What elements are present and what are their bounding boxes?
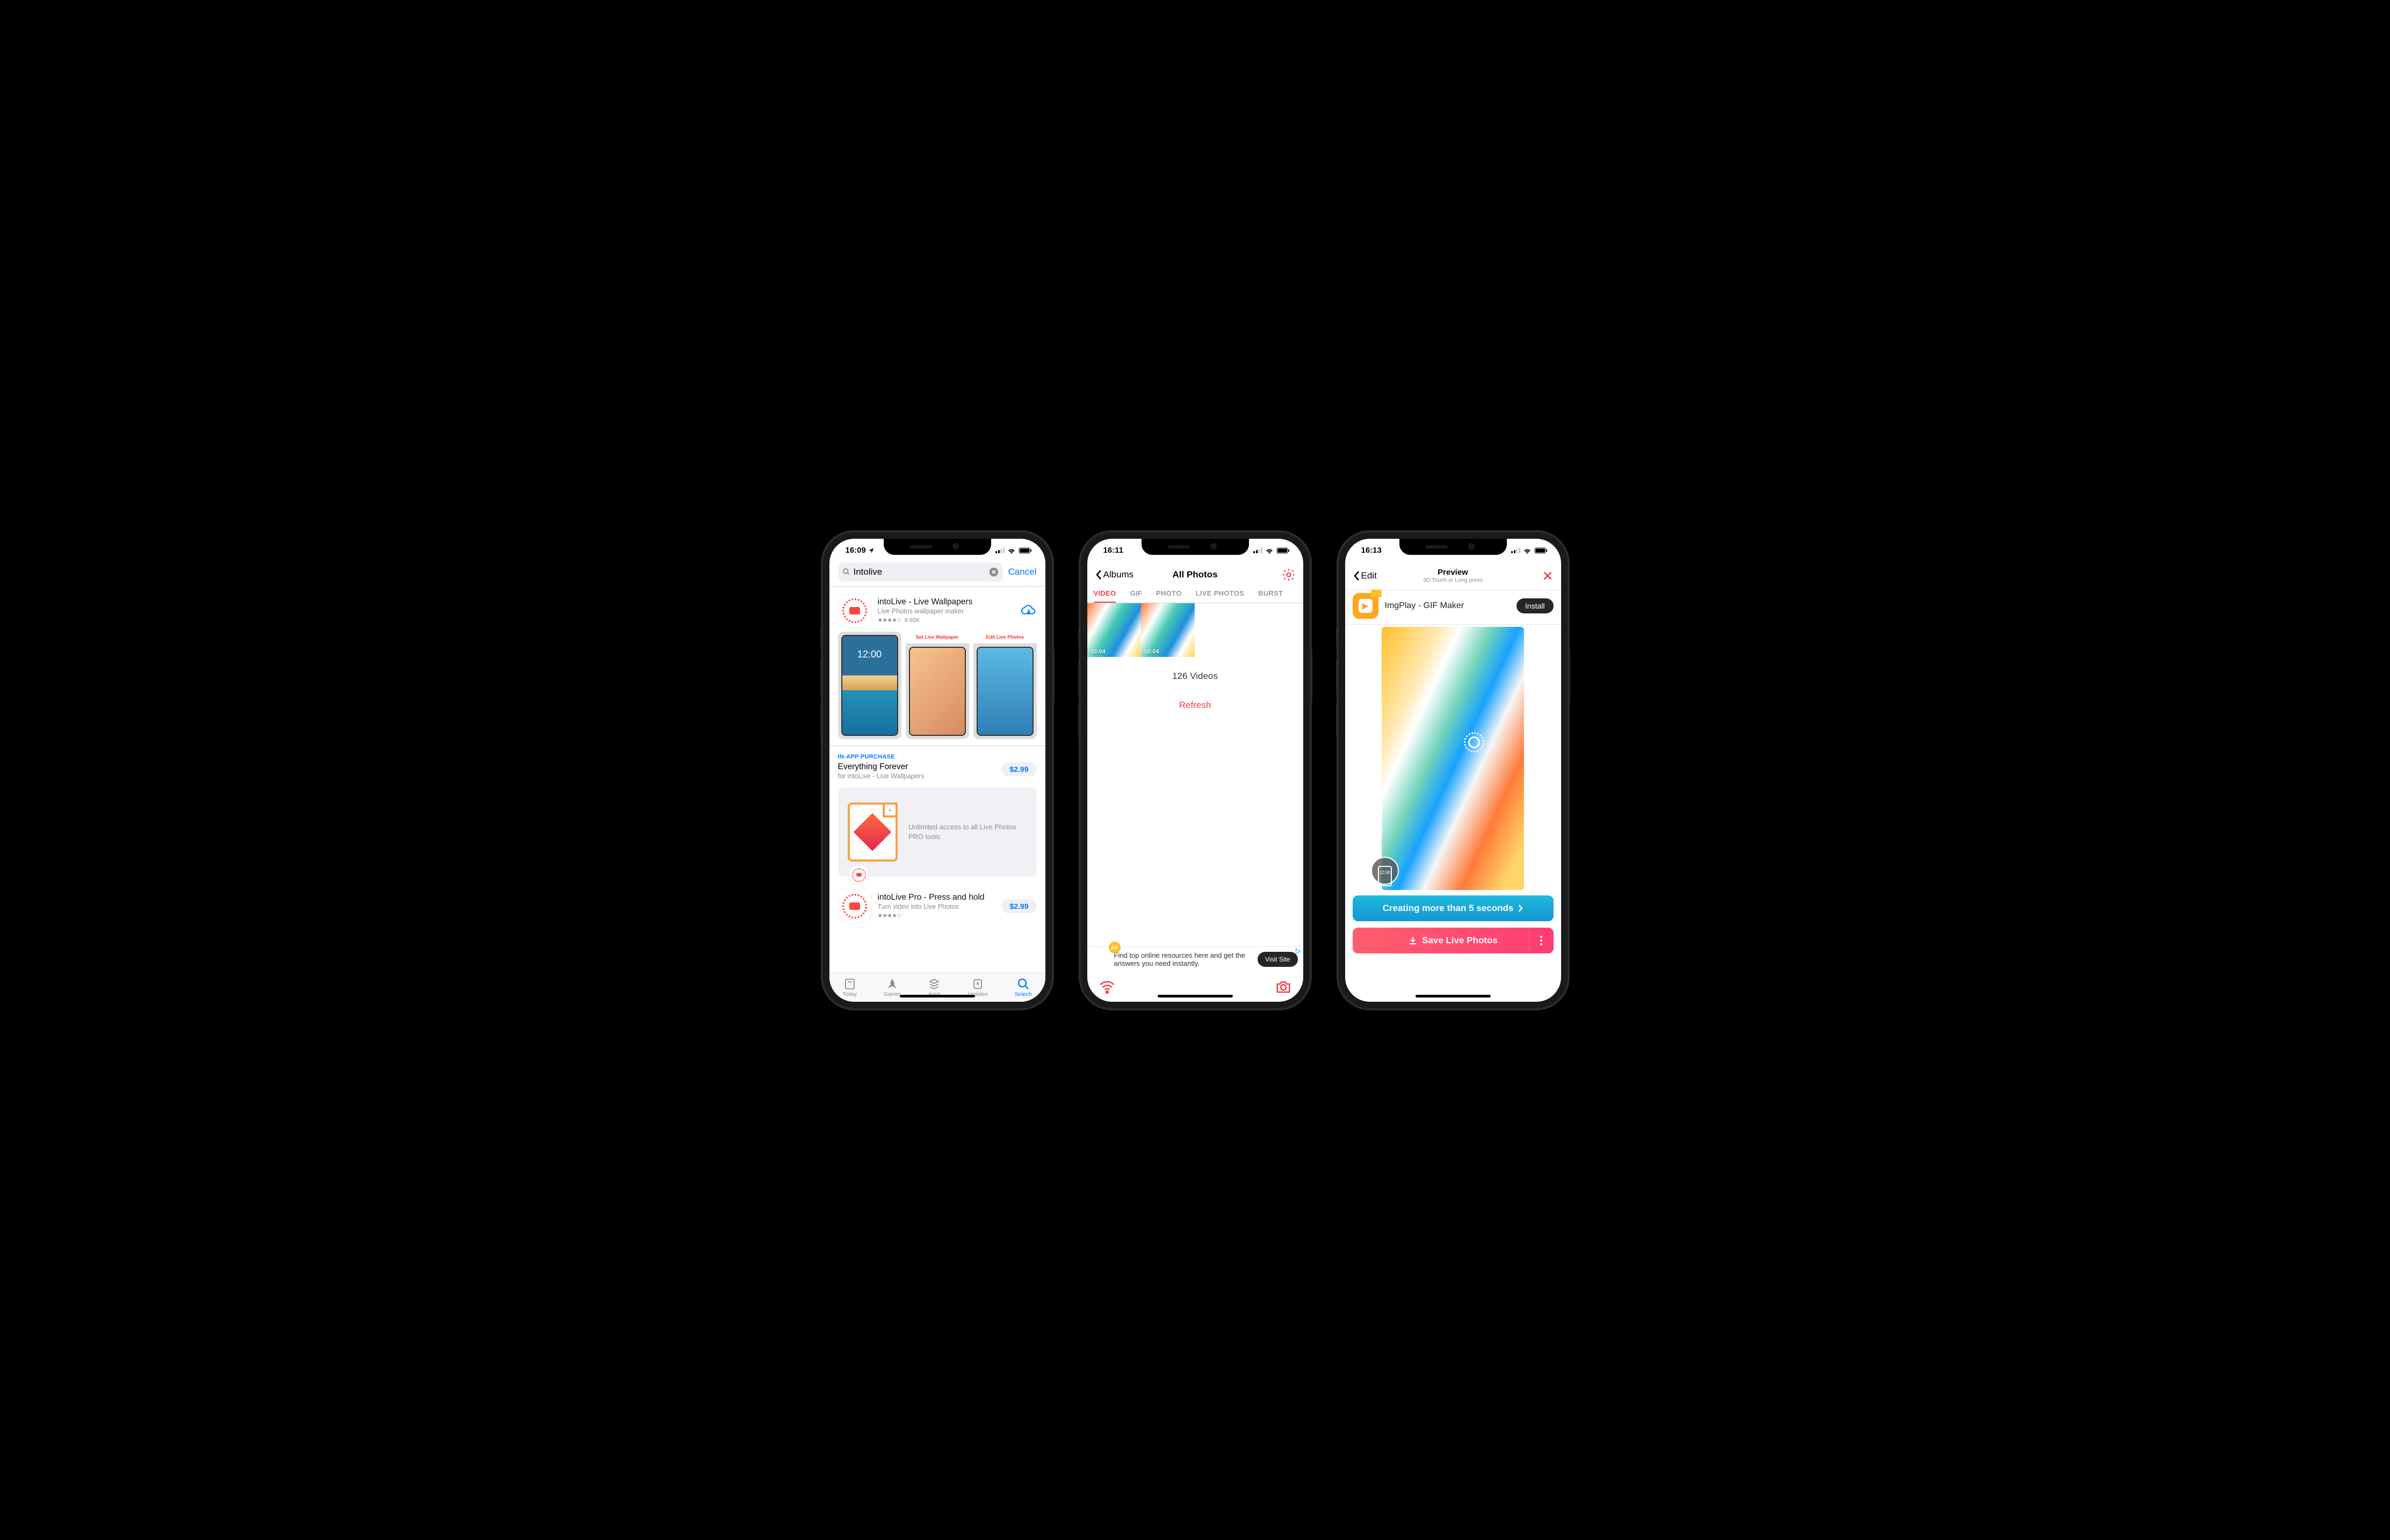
cellular-icon — [1253, 547, 1262, 553]
back-button[interactable]: Albums — [1095, 569, 1134, 580]
app-icon-intolive — [838, 594, 871, 627]
tab-burst[interactable]: BURST — [1258, 589, 1283, 603]
video-thumbnail[interactable]: 00:04 — [1141, 603, 1195, 657]
ad-app-title: ImgPlay - GIF Maker — [1385, 601, 1510, 611]
screenshot-1: 12:00 — [838, 632, 901, 739]
cloud-download-icon[interactable] — [1021, 603, 1037, 618]
live-photo-preview[interactable]: 12:00 — [1382, 627, 1524, 890]
nav-title: Preview — [1345, 568, 1561, 577]
back-button[interactable]: Edit — [1353, 570, 1377, 581]
chevron-left-icon — [1353, 570, 1360, 581]
duration-banner-button[interactable]: Creating more than 5 seconds — [1353, 895, 1554, 921]
rating-count: 8.65K — [905, 617, 920, 624]
iap-block: IN-APP PURCHASE Everything Forever for i… — [829, 746, 1045, 782]
cellular-icon — [1511, 547, 1520, 553]
nav-bar: Albums All Photos — [1087, 562, 1303, 587]
wifi-icon — [1265, 547, 1274, 554]
screenshot-3: Edit Live Photos — [973, 632, 1037, 739]
ad-app-icon: ▶ — [1353, 593, 1378, 619]
status-time: 16:11 — [1103, 546, 1124, 555]
app-title: intoLive - Live Wallpapers — [878, 597, 1014, 607]
home-indicator[interactable] — [1416, 995, 1491, 997]
chevron-right-icon — [1518, 904, 1523, 913]
tab-today[interactable]: Today — [843, 978, 857, 997]
install-button[interactable]: Install — [1517, 598, 1554, 613]
live-photo-icon — [1464, 732, 1484, 753]
notch — [1399, 539, 1507, 555]
home-indicator[interactable] — [1158, 995, 1233, 997]
app-subtitle: Live Photos wallpaper maker — [878, 608, 1014, 615]
iap-artwork — [848, 802, 898, 862]
wifi-icon — [1007, 547, 1016, 554]
banner-ad[interactable]: AD Find top online resources here and ge… — [1087, 946, 1303, 972]
app-subtitle: Turn video into Live Photos — [878, 903, 995, 910]
phone-intolive-preview: 16:13 Edit Preview 3D Touch or Long pres… — [1338, 531, 1569, 1009]
media-tabs: VIDEO GIF PHOTO LIVE PHOTOS BURST — [1087, 587, 1303, 603]
location-icon — [868, 547, 875, 554]
video-thumbnail[interactable]: 00:04 — [1087, 603, 1141, 657]
tab-games[interactable]: Games — [884, 978, 901, 997]
save-live-photos-button[interactable]: Save Live Photos — [1353, 928, 1554, 953]
nav-subtitle: 3D Touch or Long press — [1345, 577, 1561, 583]
iap-price-button[interactable]: $2.99 — [1001, 762, 1036, 776]
notch — [1142, 539, 1249, 555]
nav-bar: Edit Preview 3D Touch or Long press — [1345, 562, 1561, 589]
search-input[interactable] — [854, 567, 986, 577]
phone-appstore: 16:09 Cancel intoLive - Live Wallpapers — [822, 531, 1053, 1009]
rating-stars-icon: ★★★★☆ — [878, 617, 901, 624]
ad-visit-button[interactable]: Visit Site — [1258, 952, 1297, 967]
screenshot-2: Set Live Wallpaper — [906, 632, 969, 739]
more-options-button[interactable] — [1529, 928, 1554, 953]
gear-icon[interactable] — [1282, 568, 1296, 582]
search-field[interactable] — [838, 562, 1003, 582]
magnifier-icon — [842, 568, 850, 576]
iap-card[interactable]: Unlimited access to all Live Photos PRO … — [838, 787, 1037, 877]
wifi-transfer-icon[interactable] — [1099, 980, 1115, 994]
app-title: intoLive Pro - Press and hold — [878, 893, 995, 902]
download-icon — [1408, 936, 1418, 945]
search-result-intolive-pro[interactable]: intoLive Pro - Press and hold Turn video… — [829, 877, 1045, 925]
tab-search[interactable]: Search — [1015, 978, 1032, 997]
clear-icon[interactable] — [989, 567, 999, 577]
rating-stars-icon: ★★★★☆ — [878, 912, 901, 919]
ad-text: Find top online resources here and get t… — [1114, 951, 1253, 967]
tab-livephotos[interactable]: LIVE PHOTOS — [1196, 589, 1244, 603]
ad-badge-icon: AD — [1109, 942, 1121, 953]
tab-gif[interactable]: GIF — [1130, 589, 1142, 603]
thumbnail-grid: 00:04 00:04 — [1087, 603, 1303, 657]
tab-photo[interactable]: PHOTO — [1156, 589, 1182, 603]
home-indicator[interactable] — [900, 995, 975, 997]
close-icon[interactable] — [1542, 570, 1554, 582]
battery-icon — [1019, 547, 1032, 554]
battery-icon — [1534, 547, 1548, 554]
battery-icon — [1276, 547, 1290, 554]
screenshots-row[interactable]: 12:00 Set Live Wallpaper Edit Live Photo… — [829, 632, 1045, 746]
tab-video[interactable]: VIDEO — [1094, 589, 1116, 603]
phone-intolive-gallery: 16:11 Albums All Photos VIDEO GIF PHOTO … — [1080, 531, 1311, 1009]
wifi-icon — [1523, 547, 1532, 554]
cancel-button[interactable]: Cancel — [1008, 567, 1037, 577]
search-result-intolive[interactable]: intoLive - Live Wallpapers Live Photos w… — [829, 587, 1045, 632]
video-count: 126 Videos — [1087, 671, 1303, 682]
iap-description: Unlimited access to all Live Photos PRO … — [908, 822, 1027, 841]
chevron-left-icon — [1095, 569, 1102, 580]
notch — [884, 539, 991, 555]
status-time: 16:13 — [1361, 546, 1382, 555]
cellular-icon — [995, 547, 1005, 553]
iap-tag: IN-APP PURCHASE — [838, 754, 1037, 760]
camera-icon[interactable] — [1275, 980, 1291, 994]
lockscreen-preview-button[interactable]: 12:00 — [1371, 857, 1399, 885]
adchoices-icon[interactable] — [1295, 948, 1301, 955]
app-icon-intolive-pro — [838, 890, 871, 923]
price-button[interactable]: $2.99 — [1001, 899, 1036, 913]
status-time: 16:09 — [846, 546, 866, 555]
refresh-button[interactable]: Refresh — [1087, 700, 1303, 711]
sponsored-app-row[interactable]: ▶ ImgPlay - GIF Maker Install — [1345, 589, 1561, 625]
